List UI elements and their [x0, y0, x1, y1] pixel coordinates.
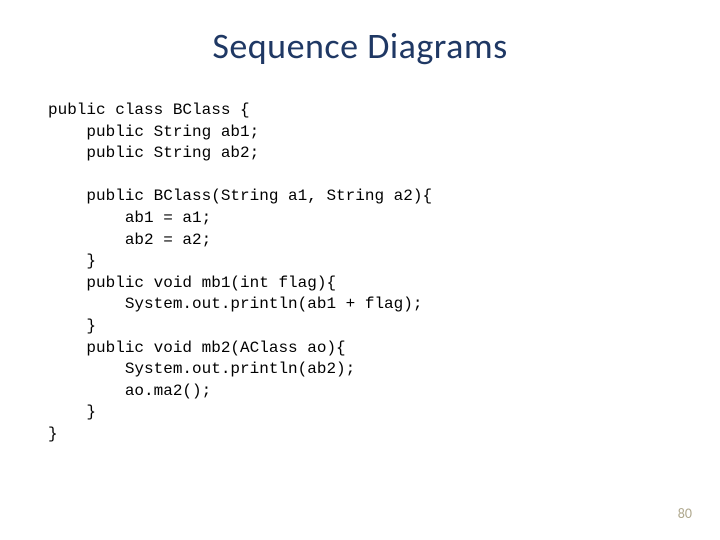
- code-line: ab2 = a2;: [48, 231, 211, 249]
- code-line: public class BClass {: [48, 101, 250, 119]
- code-line: System.out.println(ab2);: [48, 360, 355, 378]
- code-line: public String ab2;: [48, 144, 259, 162]
- code-line: }: [48, 403, 96, 421]
- code-line: System.out.println(ab1 + flag);: [48, 295, 422, 313]
- code-line: public void mb1(int flag){: [48, 274, 336, 292]
- code-line: }: [48, 252, 96, 270]
- page-number: 80: [678, 505, 692, 522]
- code-line: }: [48, 425, 58, 443]
- code-line: public BClass(String a1, String a2){: [48, 187, 432, 205]
- code-line: public void mb2(AClass ao){: [48, 339, 346, 357]
- code-line: }: [48, 317, 96, 335]
- slide: Sequence Diagrams public class BClass { …: [0, 0, 720, 540]
- code-line: ao.ma2();: [48, 382, 211, 400]
- slide-title: Sequence Diagrams: [0, 24, 720, 68]
- code-block: public class BClass { public String ab1;…: [48, 100, 432, 446]
- code-line: ab1 = a1;: [48, 209, 211, 227]
- code-line: public String ab1;: [48, 123, 259, 141]
